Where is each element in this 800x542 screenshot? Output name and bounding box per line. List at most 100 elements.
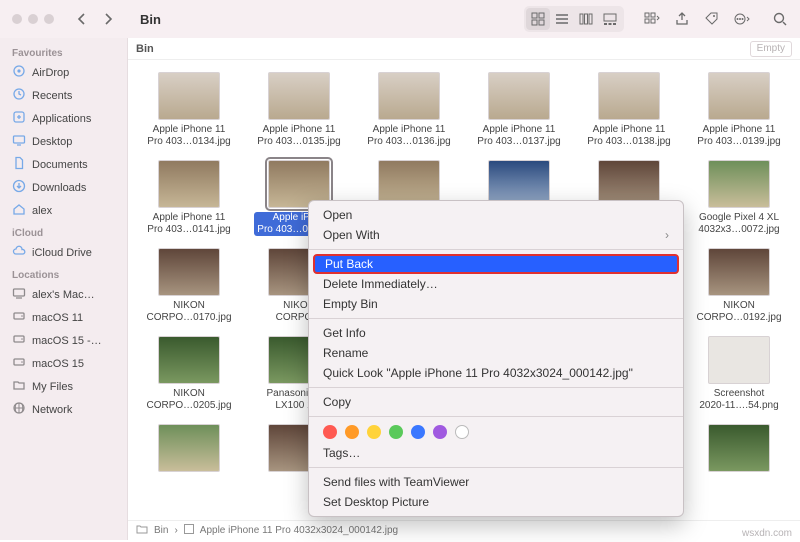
sidebar-item-airdrop[interactable]: AirDrop (6, 61, 127, 84)
path-segment[interactable]: Apple iPhone 11 Pro 4032x3024_000142.jpg (200, 525, 398, 536)
ctx-teamviewer[interactable]: Send files with TeamViewer (309, 472, 683, 492)
ctx-rename[interactable]: Rename (309, 343, 683, 363)
ctx-open-with[interactable]: Open With › (309, 225, 683, 245)
sidebar-item-alex-s-mac-[interactable]: alex's Mac… (6, 283, 127, 306)
sidebar-item-label: AirDrop (32, 67, 69, 79)
sidebar: Favourites AirDrop Recents Applications Desk… (0, 38, 127, 540)
view-mode-group (524, 6, 624, 32)
sidebar-item-macos-15[interactable]: macOS 15 (6, 352, 127, 375)
doc-icon (12, 156, 26, 173)
file-caption: Apple iPhone 11Pro 403…0136.jpg (367, 124, 450, 148)
column-view-button[interactable] (574, 8, 598, 30)
empty-bin-button[interactable]: Empty (750, 41, 792, 57)
icon-view-button[interactable] (526, 8, 550, 30)
file-item[interactable]: NIKONCORPO…0205.jpg (134, 332, 244, 420)
file-item[interactable]: Apple iPhone 11Pro 403…0139.jpg (684, 68, 794, 156)
ctx-put-back[interactable]: Put Back (313, 254, 679, 274)
window-controls (12, 14, 54, 24)
sidebar-item-my-files[interactable]: My Files (6, 375, 127, 398)
ctx-separator (309, 318, 683, 319)
ctx-tag-colors (309, 421, 683, 443)
sidebar-item-documents[interactable]: Documents (6, 153, 127, 176)
sidebar-item-label: Documents (32, 159, 88, 171)
sidebar-item-label: macOS 11 (32, 312, 83, 324)
sidebar-item-desktop[interactable]: Desktop (6, 130, 127, 153)
nav-arrows (70, 8, 120, 30)
file-caption: Apple iPhone 11Pro 403…0137.jpg (477, 124, 560, 148)
minimize-dot[interactable] (28, 14, 38, 24)
close-dot[interactable] (12, 14, 22, 24)
sidebar-item-label: macOS 15 -… (32, 335, 102, 347)
tag-color[interactable] (389, 425, 403, 439)
toolbar: Bin (0, 0, 800, 38)
tag-color[interactable] (345, 425, 359, 439)
file-item[interactable] (134, 420, 244, 484)
sidebar-item-icloud-drive[interactable]: iCloud Drive (6, 241, 127, 264)
sidebar-item-label: Applications (32, 113, 91, 125)
file-item[interactable]: Apple iPhone 11Pro 403…0136.jpg (354, 68, 464, 156)
ctx-get-info[interactable]: Get Info (309, 323, 683, 343)
sidebar-item-label: Downloads (32, 182, 86, 194)
file-caption: NIKONCORPO…0170.jpg (146, 300, 231, 324)
search-button[interactable] (768, 8, 792, 30)
file-caption: NIKONCORPO…0205.jpg (146, 388, 231, 412)
share-button[interactable] (670, 8, 694, 30)
back-button[interactable] (70, 8, 94, 30)
file-thumbnail (158, 72, 220, 120)
file-item[interactable]: Apple iPhone 11Pro 403…0134.jpg (134, 68, 244, 156)
file-item[interactable]: Screenshot2020-11….54.png (684, 332, 794, 420)
sidebar-item-downloads[interactable]: Downloads (6, 176, 127, 199)
watermark: wsxdn.com (742, 528, 792, 539)
file-item[interactable]: NIKONCORPO…0192.jpg (684, 244, 794, 332)
folder-icon (136, 524, 148, 537)
ctx-quick-look[interactable]: Quick Look "Apple iPhone 11 Pro 4032x302… (309, 363, 683, 383)
file-item[interactable]: Apple iPhone 11Pro 403…0135.jpg (244, 68, 354, 156)
group-button[interactable] (640, 8, 664, 30)
tags-button[interactable] (700, 8, 724, 30)
sidebar-item-label: alex's Mac… (32, 289, 95, 301)
file-item[interactable]: NIKONCORPO…0170.jpg (134, 244, 244, 332)
file-thumbnail (708, 336, 770, 384)
file-item[interactable]: Apple iPhone 11Pro 403…0138.jpg (574, 68, 684, 156)
sidebar-section-header: Favourites (6, 42, 127, 61)
file-item[interactable]: Apple iPhone 11Pro 403…0141.jpg (134, 156, 244, 244)
ctx-open-with-label: Open With (323, 228, 380, 242)
ctx-delete-immediately[interactable]: Delete Immediately… (309, 274, 683, 294)
list-view-button[interactable] (550, 8, 574, 30)
tag-color[interactable] (323, 425, 337, 439)
sidebar-item-recents[interactable]: Recents (6, 84, 127, 107)
file-caption: NIKONCORPO…0192.jpg (696, 300, 781, 324)
file-item[interactable]: Google Pixel 4 XL4032x3…0072.jpg (684, 156, 794, 244)
disk-icon (12, 309, 26, 326)
sidebar-item-applications[interactable]: Applications (6, 107, 127, 130)
zoom-dot[interactable] (44, 14, 54, 24)
sidebar-item-macos-15-[interactable]: macOS 15 -… (6, 329, 127, 352)
file-item[interactable]: Apple iPhone 11Pro 403…0137.jpg (464, 68, 574, 156)
image-icon (184, 524, 194, 537)
tag-color[interactable] (411, 425, 425, 439)
tag-color[interactable] (367, 425, 381, 439)
file-thumbnail (708, 248, 770, 296)
tag-none[interactable] (455, 425, 469, 439)
clock-icon (12, 87, 26, 104)
path-bar: Bin › Apple iPhone 11 Pro 4032x3024_000142… (128, 520, 800, 540)
context-menu: Open Open With › Put Back Delete Immedia… (308, 200, 684, 517)
sidebar-item-label: iCloud Drive (32, 247, 92, 259)
forward-button[interactable] (96, 8, 120, 30)
path-sep: › (174, 525, 177, 536)
action-button[interactable] (730, 8, 754, 30)
desktop-icon (12, 133, 26, 150)
ctx-copy[interactable]: Copy (309, 392, 683, 412)
ctx-open[interactable]: Open (309, 205, 683, 225)
sidebar-item-network[interactable]: Network (6, 398, 127, 421)
ctx-tags[interactable]: Tags… (309, 443, 683, 463)
sidebar-item-alex[interactable]: alex (6, 199, 127, 222)
path-segment[interactable]: Bin (154, 525, 168, 536)
sidebar-item-macos-11[interactable]: macOS 11 (6, 306, 127, 329)
file-item[interactable] (684, 420, 794, 484)
disk-icon (12, 355, 26, 372)
tag-color[interactable] (433, 425, 447, 439)
ctx-empty-bin[interactable]: Empty Bin (309, 294, 683, 314)
ctx-set-desktop[interactable]: Set Desktop Picture (309, 492, 683, 512)
gallery-view-button[interactable] (598, 8, 622, 30)
